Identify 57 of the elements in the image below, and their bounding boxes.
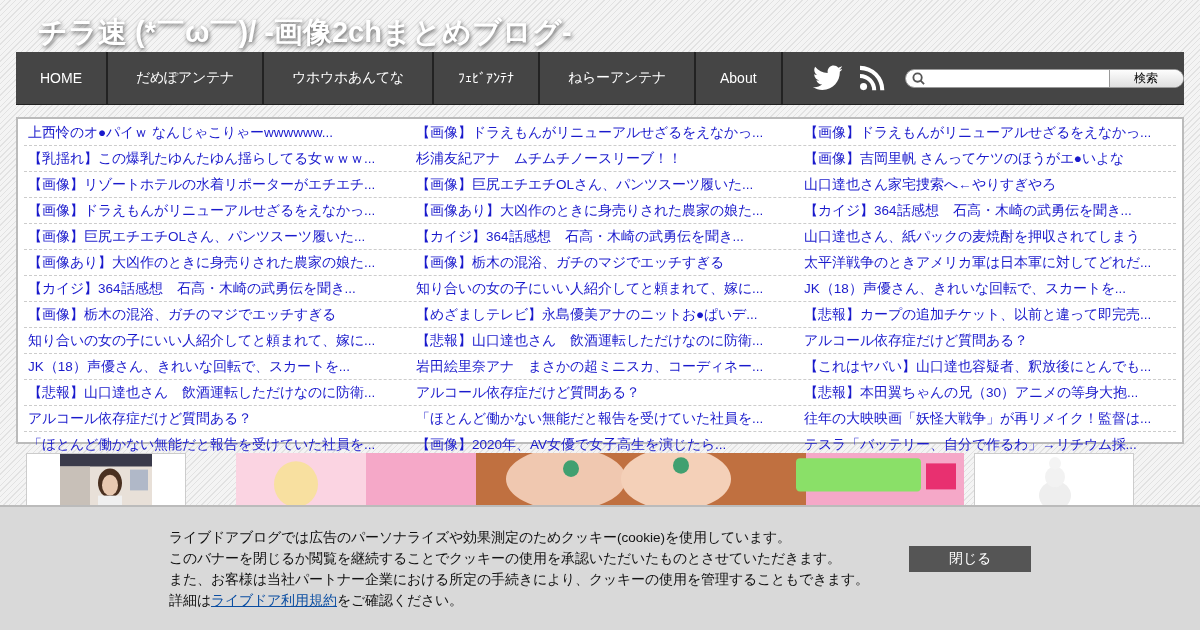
nav-link[interactable]: だめぽアンテナ bbox=[108, 52, 264, 104]
article-link[interactable]: 山口達也さん、紙パックの麦焼酎を押収されてしまう bbox=[800, 227, 1140, 246]
article-link[interactable]: 【画像】栃木の混浴、ガチのマジでエッチすぎる bbox=[412, 253, 724, 272]
article-link[interactable]: 【画像】巨尻エチエチOLさん、パンツスーツ履いた... bbox=[412, 175, 754, 194]
search-field[interactable]: 検索 bbox=[904, 68, 1184, 88]
article-link[interactable]: テスラ「バッテリー、自分で作るわ」→リチウム採... bbox=[800, 435, 1137, 454]
terms-link[interactable]: ライブドア利用規約 bbox=[211, 592, 337, 608]
article-link[interactable]: 「ほとんど働かない無能だと報告を受けていた社員を... bbox=[24, 435, 376, 454]
cookie-notice-text: ライブドアブログでは広告のパーソナライズや効果測定のためクッキー(cookie)を使用しています。 bbox=[169, 528, 791, 547]
site-title[interactable]: チラ速 (*￣ω￣)/ -画像2chまとめブログ- bbox=[38, 12, 572, 52]
article-link[interactable]: 【悲報】カープの追加チケット、以前と違って即完売... bbox=[800, 305, 1152, 324]
article-link[interactable]: 知り合いの女の子にいい人紹介してと頼まれて、嫁に... bbox=[24, 331, 376, 350]
bird-icon[interactable] bbox=[812, 65, 843, 91]
article-link[interactable]: 【画像】栃木の混浴、ガチのマジでエッチすぎる bbox=[24, 305, 336, 324]
article-link[interactable]: 【カイジ】364話感想 石高・木崎の武勇伝を聞き... bbox=[800, 201, 1132, 220]
article-link[interactable]: 【画像】吉岡里帆 さんってケツのほうがエ●いよな bbox=[800, 149, 1124, 168]
article-link[interactable]: 【悲報】山口達也さん 飲酒運転しただけなのに防衛... bbox=[412, 331, 764, 350]
article-link[interactable]: 上西怜のオ●パイｗ なんじゃこりゃーwwwwww... bbox=[24, 123, 333, 142]
cookie-notice-text: 詳細はライブドア利用規約をご確認ください。 bbox=[169, 591, 463, 610]
article-link[interactable]: 杉浦友紀アナ ムチムチノースリーブ！！ bbox=[412, 149, 682, 168]
nav-link[interactable]: ﾌｪﾋﾞｱﾝﾃﾅ bbox=[434, 52, 540, 104]
article-link[interactable]: 【画像あり】大凶作のときに身売りされた農家の娘た... bbox=[412, 201, 764, 220]
article-link[interactable]: 【カイジ】364話感想 石高・木崎の武勇伝を聞き... bbox=[412, 227, 744, 246]
article-link[interactable]: 【画像】ドラえもんがリニューアルせざるをえなかっ... bbox=[800, 123, 1152, 142]
article-link[interactable]: 【めざましテレビ】永島優美アナのニットお●ぱいデ... bbox=[412, 305, 758, 324]
article-link[interactable]: 【画像】2020年、AV女優で女子高生を演じたら... bbox=[412, 435, 727, 454]
article-link[interactable]: 【悲報】山口達也さん 飲酒運転しただけなのに防衛... bbox=[24, 383, 376, 402]
close-button[interactable]: 閉じる bbox=[909, 545, 1031, 572]
cookie-notice-text: また、お客様は当社パートナー企業における所定の手続きにより、クッキーの使用を管理することもできます。 bbox=[169, 570, 869, 589]
article-link[interactable]: JK（18）声優さん、きれいな回転で、スカートを... bbox=[24, 357, 351, 376]
nav-link[interactable]: HOME bbox=[16, 52, 108, 104]
article-link[interactable]: 岩田絵里奈アナ まさかの超ミニスカ、コーディネー... bbox=[412, 357, 764, 376]
article-link[interactable]: 往年の大映映画「妖怪大戦争」が再リメイク！監督は... bbox=[800, 409, 1152, 428]
nav-link[interactable]: ウホウホあんてな bbox=[264, 52, 434, 104]
rss-icon[interactable] bbox=[860, 65, 885, 91]
cookie-notice-text: このバナーを閉じるか閲覧を継続することでクッキーの使用を承認いただいたものとさせていただきます。 bbox=[169, 549, 841, 568]
article-link[interactable]: 【カイジ】364話感想 石高・木崎の武勇伝を聞き... bbox=[24, 279, 356, 298]
article-link[interactable]: 【乳揺れ】この爆乳たゆんたゆん揺らしてる女ｗｗｗ... bbox=[24, 149, 376, 168]
article-link[interactable]: 「ほとんど働かない無能だと報告を受けていた社員を... bbox=[412, 409, 764, 428]
article-link[interactable]: 【画像】巨尻エチエチOLさん、パンツスーツ履いた... bbox=[24, 227, 366, 246]
article-link[interactable]: 太平洋戦争のときアメリカ軍は日本軍に対してどれだ... bbox=[800, 253, 1152, 272]
search-button[interactable]: 検索 bbox=[1109, 69, 1183, 87]
article-link[interactable]: 【画像】ドラえもんがリニューアルせざるをえなかっ... bbox=[412, 123, 764, 142]
article-link[interactable]: アルコール依存症だけど質問ある？ bbox=[24, 409, 252, 428]
article-link[interactable]: 山口達也さん家宅捜索へ←やりすぎやろ bbox=[800, 175, 1056, 194]
article-link[interactable]: 【画像あり】大凶作のときに身売りされた農家の娘た... bbox=[24, 253, 376, 272]
article-link[interactable]: アルコール依存症だけど質問ある？ bbox=[412, 383, 640, 402]
article-link[interactable]: 【悲報】本田翼ちゃんの兄（30）アニメの等身大抱... bbox=[800, 383, 1139, 402]
nav-link[interactable]: About bbox=[696, 52, 783, 104]
article-link[interactable]: 【画像】ドラえもんがリニューアルせざるをえなかっ... bbox=[24, 201, 376, 220]
search-icon bbox=[911, 71, 925, 85]
article-link[interactable]: JK（18）声優さん、きれいな回転で、スカートを... bbox=[800, 279, 1127, 298]
article-link[interactable]: 知り合いの女の子にいい人紹介してと頼まれて、嫁に... bbox=[412, 279, 764, 298]
article-link[interactable]: 【画像】リゾートホテルの水着リポーターがエチエチ... bbox=[24, 175, 376, 194]
nav-link[interactable]: ねらーアンテナ bbox=[540, 52, 696, 104]
article-link[interactable]: 【これはヤバい】山口達也容疑者、釈放後にとんでも... bbox=[800, 357, 1152, 376]
article-link[interactable]: アルコール依存症だけど質問ある？ bbox=[800, 331, 1028, 350]
